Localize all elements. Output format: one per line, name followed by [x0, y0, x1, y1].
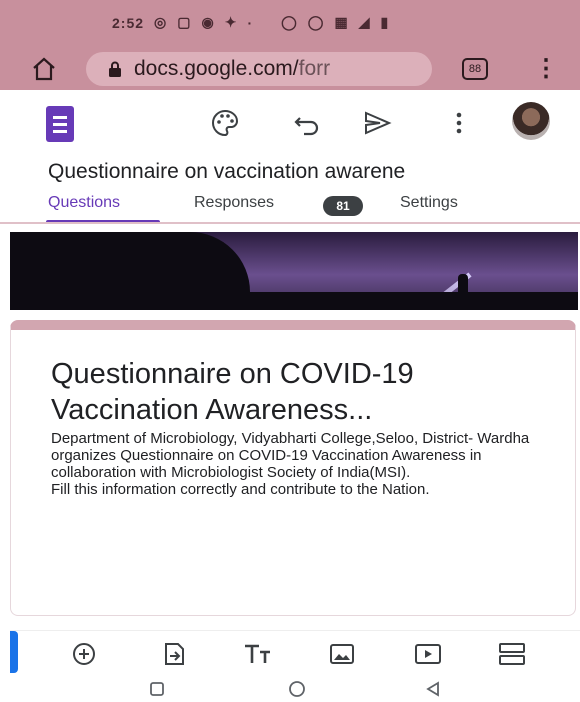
tab-questions[interactable]: Questions	[48, 194, 120, 212]
dot-icon: ·	[247, 14, 254, 31]
url-text: docs.google.com/forr	[134, 57, 330, 81]
recents-icon[interactable]	[148, 680, 166, 698]
palette-icon[interactable]	[210, 108, 240, 138]
bottom-toolbar	[10, 630, 580, 681]
tab-bar: Questions Responses 81 Settings	[0, 188, 580, 224]
back-icon[interactable]	[424, 680, 442, 698]
signal-icon: ◢	[358, 14, 371, 30]
undo-icon[interactable]	[292, 108, 322, 138]
data-icon: ▦	[334, 14, 349, 30]
battery-icon: ▮	[380, 14, 390, 30]
responses-count-badge: 81	[323, 196, 363, 216]
forms-toolbar	[0, 90, 580, 152]
tab-settings[interactable]: Settings	[400, 194, 458, 212]
form-description[interactable]: Department of Microbiology, Vidyabharti …	[51, 430, 551, 498]
status-icons: 2:52 ◎ ▢ ◉ ✦ · ◯ ◯ ▦ ◢ ▮	[112, 14, 389, 31]
add-video-icon[interactable]	[412, 641, 444, 667]
notification-icon: ▢	[177, 14, 192, 30]
record-icon: ◉	[201, 14, 215, 30]
system-nav-bar	[0, 678, 580, 702]
document-title[interactable]: Questionnaire on vaccination awarene	[48, 160, 405, 184]
browser-menu-icon[interactable]: ⋮	[534, 54, 558, 84]
tab-divider	[0, 222, 580, 224]
add-title-icon[interactable]	[242, 641, 274, 667]
alarm-icon: ◯	[281, 14, 298, 30]
send-icon[interactable]	[362, 108, 392, 138]
vibrate-icon: ◯	[307, 14, 325, 30]
header-image	[10, 232, 578, 310]
url-main: docs.google.com/	[134, 57, 299, 80]
settings-icon: ✦	[224, 14, 238, 30]
status-bar: 2:52 ◎ ▢ ◉ ✦ · ◯ ◯ ▦ ◢ ▮	[0, 0, 580, 48]
sync-icon: ◎	[154, 14, 168, 30]
address-bar[interactable]: docs.google.com/forr	[86, 52, 432, 86]
add-section-icon[interactable]	[496, 641, 528, 667]
avatar[interactable]	[512, 102, 550, 140]
add-image-icon[interactable]	[326, 641, 358, 667]
tab-switcher-button[interactable]: 88	[462, 58, 488, 80]
forms-logo-icon[interactable]	[46, 106, 74, 142]
home-icon[interactable]	[30, 55, 58, 83]
browser-toolbar: docs.google.com/forr 88 ⋮	[0, 48, 580, 90]
add-question-icon[interactable]	[68, 641, 100, 667]
url-dim: forr	[298, 57, 331, 80]
status-time: 2:52	[112, 14, 145, 31]
home-nav-icon[interactable]	[288, 680, 306, 698]
form-title[interactable]: Questionnaire on COVID-19 Vaccination Aw…	[51, 356, 551, 428]
ground-silhouette	[10, 292, 578, 310]
more-vert-icon[interactable]	[444, 108, 474, 138]
tab-responses[interactable]: Responses	[194, 194, 274, 212]
import-question-icon[interactable]	[158, 641, 190, 667]
lock-icon	[109, 61, 121, 77]
form-header-card[interactable]: Questionnaire on COVID-19 Vaccination Aw…	[10, 320, 576, 616]
selection-accent	[10, 631, 18, 673]
